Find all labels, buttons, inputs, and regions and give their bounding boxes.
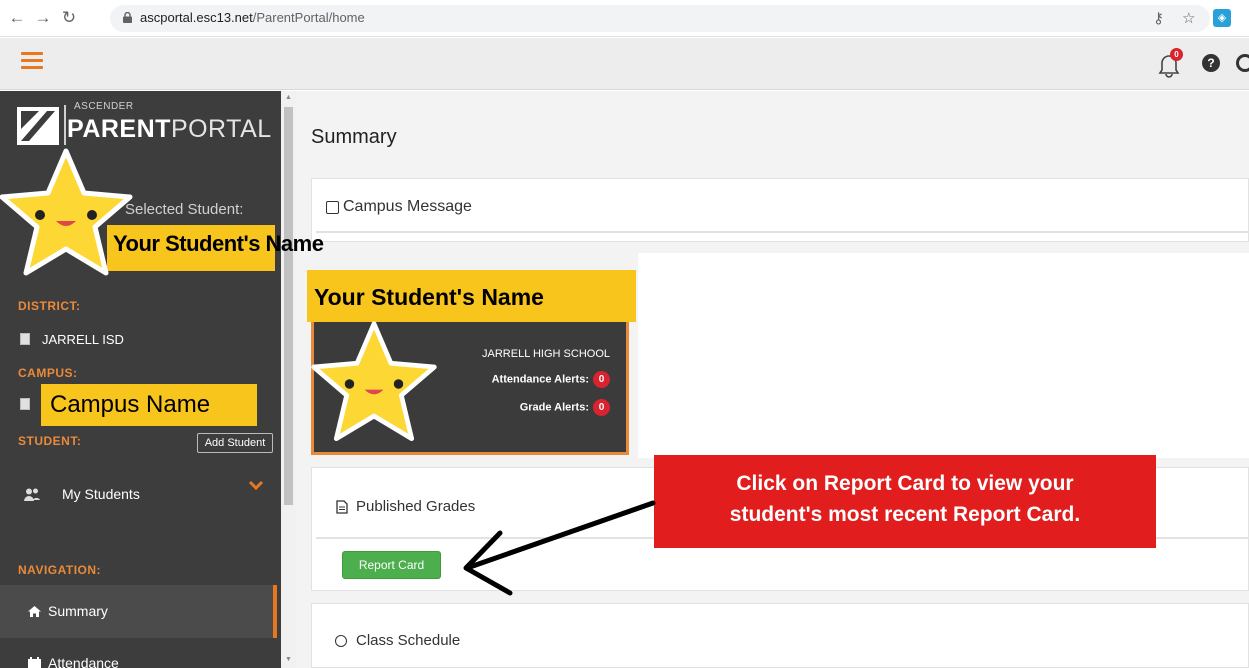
star-bookmark-icon[interactable]: ☆ — [1182, 9, 1195, 27]
school-name: JARRELL HIGH SCHOOL — [482, 348, 610, 360]
browser-toolbar: ← → ↻ ascportal.esc13.net/ParentPortal/h… — [0, 0, 1249, 37]
redacted-area — [638, 253, 1249, 458]
lock-icon — [123, 12, 132, 23]
user-icon[interactable] — [1236, 54, 1249, 72]
url-host: ascportal.esc13.net — [140, 10, 253, 25]
nav-summary-label: Summary — [48, 603, 108, 619]
attendance-alerts-badge: 0 — [593, 371, 610, 388]
scroll-up-arrow[interactable]: ▲ — [284, 94, 293, 104]
attendance-alerts[interactable]: Attendance Alerts: 0 — [492, 371, 610, 388]
menu-icon[interactable] — [21, 52, 43, 70]
district-label: DISTRICT: — [18, 299, 81, 313]
forward-arrow-icon[interactable]: → — [34, 9, 52, 27]
page-title: Summary — [311, 126, 397, 148]
student-name-banner: Your Student's Name — [307, 270, 636, 322]
callout-line-2: student's most recent Report Card. — [729, 503, 1081, 526]
my-students-link[interactable]: My Students — [62, 486, 140, 502]
users-icon — [24, 488, 40, 504]
grade-alerts-badge: 0 — [593, 399, 610, 416]
clock-icon — [335, 635, 347, 647]
grade-alerts[interactable]: Grade Alerts: 0 — [520, 399, 610, 416]
scroll-down-arrow[interactable]: ▼ — [284, 656, 293, 666]
scroll-thumb[interactable] — [284, 107, 293, 505]
back-arrow-icon[interactable]: ← — [8, 9, 26, 27]
campus-message-title[interactable]: Campus Message — [343, 198, 472, 216]
student-label: STUDENT: — [18, 434, 82, 448]
chevron-down-icon[interactable] — [248, 477, 264, 493]
nav-item-attendance[interactable]: Attendance — [0, 641, 277, 668]
ascender-logo-mark — [17, 107, 59, 145]
notification-bell[interactable]: 0 — [1158, 48, 1186, 78]
selected-student-label: Selected Student: — [125, 201, 244, 218]
callout-line-1: Click on Report Card to view your — [736, 472, 1074, 495]
reload-icon[interactable]: ↻ — [60, 9, 78, 27]
nav-item-summary[interactable]: Summary — [0, 585, 277, 638]
logo-bold: PARENT — [67, 115, 171, 143]
logo-light: PORTAL — [170, 115, 272, 143]
campus-label: CAMPUS: — [18, 366, 78, 380]
star-icon — [311, 321, 437, 442]
app-header: 0 ? — [0, 38, 1249, 90]
logo-text: PARENTPORTAL — [67, 115, 272, 144]
district-value: JARRELL ISD — [42, 332, 124, 347]
instruction-callout: Click on Report Card to view your studen… — [654, 455, 1156, 548]
logo-pretext: ASCENDER — [74, 101, 134, 112]
document-icon — [336, 500, 348, 514]
add-student-button[interactable]: Add Student — [197, 433, 273, 453]
calendar-icon — [28, 657, 41, 668]
home-icon — [28, 606, 41, 617]
class-schedule-title[interactable]: Class Schedule — [356, 632, 460, 649]
arrow-icon — [463, 500, 656, 596]
help-icon[interactable]: ? — [1202, 54, 1220, 72]
url-path: /ParentPortal/home — [252, 10, 365, 25]
notification-badge: 0 — [1170, 48, 1183, 61]
message-icon — [326, 201, 339, 214]
navigation-label: NAVIGATION: — [18, 563, 102, 577]
building-icon — [20, 333, 30, 345]
building-icon — [20, 398, 30, 410]
ascender-logo: ASCENDER PARENTPORTAL — [15, 99, 275, 149]
grade-alerts-label: Grade Alerts: — [519, 401, 589, 414]
attendance-alerts-label: Attendance Alerts: — [491, 373, 589, 386]
campus-name-highlight: Campus Name — [41, 384, 257, 426]
extension-icon[interactable]: ◈ — [1213, 9, 1231, 27]
key-icon[interactable]: ⚷ — [1153, 9, 1164, 27]
sidebar-scrollbar[interactable]: ▲ ▼ — [281, 91, 296, 668]
divider — [316, 231, 1249, 233]
star-icon — [0, 148, 133, 276]
nav-attendance-label: Attendance — [48, 655, 119, 668]
url-text: ascportal.esc13.net/ParentPortal/home — [140, 10, 365, 25]
report-card-button[interactable]: Report Card — [342, 551, 441, 579]
